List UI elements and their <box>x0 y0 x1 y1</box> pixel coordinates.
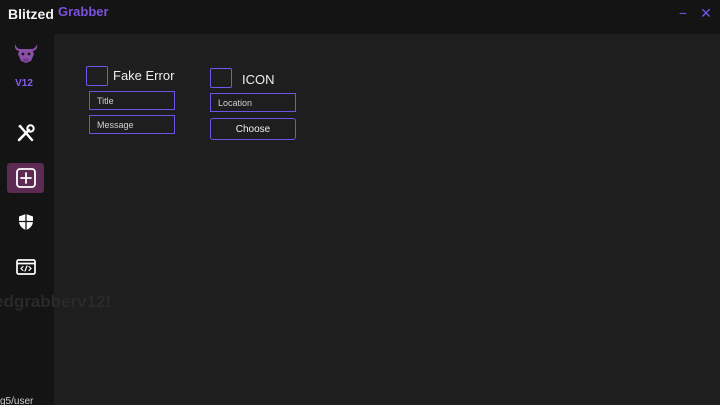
plus-square-icon <box>15 168 36 188</box>
title-field[interactable] <box>89 91 175 110</box>
tools-icon <box>17 124 35 142</box>
sidebar-item-tools[interactable] <box>7 118 44 148</box>
close-button[interactable]: ✕ <box>697 4 715 22</box>
version-label: V12 <box>15 78 33 89</box>
icon-checkbox[interactable] <box>210 68 232 88</box>
location-field[interactable] <box>210 93 296 112</box>
icon-label: ICON <box>242 72 275 87</box>
fake-error-checkbox[interactable] <box>86 66 108 86</box>
sidebar: V12 <box>0 34 54 405</box>
bottom-path-text: g5/user <box>0 396 34 405</box>
main-panel: Fake Error ICON Choose <box>54 34 720 405</box>
app-title-part1: Blitzed <box>8 6 54 22</box>
bull-icon <box>14 44 38 63</box>
sidebar-item-code[interactable] <box>7 252 44 282</box>
app-title-part2: Grabber <box>58 4 109 19</box>
code-window-icon <box>15 259 36 275</box>
fake-error-label: Fake Error <box>113 68 175 83</box>
sidebar-item-shield[interactable] <box>7 207 44 237</box>
shield-icon <box>18 214 33 230</box>
faded-watermark-text: edgrabberv12! <box>0 292 112 311</box>
minimize-button[interactable]: − <box>674 4 692 22</box>
title-bar: Blitzed Grabber − ✕ <box>0 0 720 34</box>
message-field[interactable] <box>89 115 175 134</box>
choose-button[interactable]: Choose <box>210 118 296 140</box>
sidebar-item-add[interactable] <box>7 163 44 193</box>
